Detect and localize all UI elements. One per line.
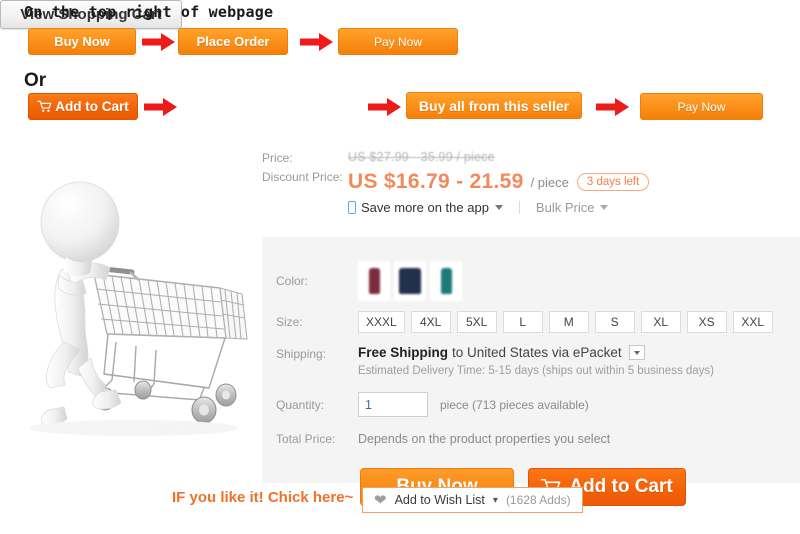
total-price-row: Total Price: Depends on the product prop… <box>262 432 800 446</box>
add-to-cart-label: Add to Cart <box>569 476 673 497</box>
shipping-dropdown[interactable] <box>628 345 645 360</box>
price-label: Price: <box>262 151 293 165</box>
flow-add-to-cart-button[interactable]: Add to Cart <box>28 93 138 120</box>
product-detail-panel: Price: US $27.99 - 35.99 / piece Discoun… <box>262 148 800 215</box>
shipping-method: Free Shipping to United States via ePack… <box>358 345 714 360</box>
save-on-app-label: Save more on the app <box>361 200 489 215</box>
page-root: On the top right of webpage Or Buy Now P… <box>0 0 800 534</box>
product-image <box>29 181 248 436</box>
size-option[interactable]: XXL <box>732 311 773 333</box>
quantity-input[interactable] <box>358 392 428 417</box>
discount-price-label: Discount Price: <box>262 170 343 184</box>
shipping-label: Shipping: <box>276 347 327 361</box>
mobile-phone-icon <box>348 201 356 214</box>
right-arrow-icon <box>300 33 333 51</box>
color-swatch[interactable] <box>394 261 426 301</box>
image-watermark: aliexpress <box>152 424 207 436</box>
chevron-down-icon <box>494 205 503 210</box>
size-option[interactable]: XXXL <box>358 311 405 333</box>
flow-pay-now-button[interactable]: Pay Now <box>338 28 458 55</box>
discount-price-row: Discount Price: US $16.79 - 21.59 / piece… <box>262 170 800 215</box>
bulk-price-link[interactable]: Bulk Price <box>536 200 609 215</box>
free-shipping-text: Free Shipping <box>358 345 449 360</box>
original-price: US $27.99 - 35.99 / piece <box>348 150 495 164</box>
wishlist-hint: IF you like it! Chick here~ <box>172 489 354 506</box>
stock-note: piece (713 pieces available) <box>440 397 589 412</box>
right-arrow-icon <box>142 33 175 51</box>
price-links: Save more on the app Bulk Price <box>348 200 800 215</box>
shipping-destination: to United States via ePacket <box>452 345 622 360</box>
wishlist-label: Add to Wish List <box>394 493 485 507</box>
flow-buy-now-button[interactable]: Buy Now <box>28 28 136 55</box>
size-options: XXXL 4XL 5XL L M S XL XS XXL <box>358 311 773 333</box>
size-option[interactable]: S <box>594 311 635 333</box>
instruction-heading: On the top right of webpage <box>24 3 274 21</box>
size-label: Size: <box>276 315 303 329</box>
quantity-label: Quantity: <box>276 397 325 412</box>
color-label: Color: <box>276 274 309 288</box>
or-label: Or <box>24 70 47 91</box>
total-price-value: Depends on the product properties you se… <box>358 432 611 446</box>
cart-frame <box>99 333 226 401</box>
wishlist-wrapper: ❤ Add to Wish List ▾ (1628 Adds) <box>362 487 583 513</box>
delivery-estimate: Estimated Delivery Time: 5-15 days (ship… <box>358 365 715 377</box>
size-option[interactable]: XS <box>686 311 727 333</box>
flow-pay-now-button-2[interactable]: Pay Now <box>640 93 763 120</box>
chevron-down-icon <box>600 205 609 210</box>
wishlist-count: (1628 Adds) <box>505 493 571 507</box>
right-arrow-icon <box>596 98 629 116</box>
size-option[interactable]: 5XL <box>456 311 497 333</box>
cart-basket <box>93 273 248 340</box>
total-price-label: Total Price: <box>276 432 336 446</box>
shopping-cart-icon <box>37 100 52 112</box>
quantity-row: Quantity: piece (713 pieces available) <box>262 392 800 417</box>
color-swatches <box>358 261 462 301</box>
price-row: Price: US $27.99 - 35.99 / piece <box>262 148 800 166</box>
size-option[interactable]: L <box>502 311 543 333</box>
add-to-wish-list-button[interactable]: ❤ Add to Wish List ▾ (1628 Adds) <box>362 487 583 513</box>
size-row: Size: XXXL 4XL 5XL L M S XL XS XXL <box>262 303 800 341</box>
price-unit: / piece <box>530 174 569 190</box>
color-swatch[interactable] <box>358 261 390 301</box>
discount-price-value: US $16.79 - 21.59 <box>348 170 524 193</box>
color-row: Color: <box>262 259 800 303</box>
size-option[interactable]: M <box>548 311 589 333</box>
right-arrow-icon <box>144 98 177 116</box>
divider <box>518 201 520 214</box>
chevron-down-icon: ▾ <box>492 494 498 506</box>
shipping-row: Shipping: Free Shipping to United States… <box>262 345 800 377</box>
size-option[interactable]: XL <box>640 311 681 333</box>
color-swatch[interactable] <box>430 261 462 301</box>
days-left-badge: 3 days left <box>576 173 650 191</box>
right-arrow-icon <box>368 98 401 116</box>
size-option[interactable]: 4XL <box>410 311 451 333</box>
save-on-app-link[interactable]: Save more on the app <box>348 200 503 215</box>
flow-buy-all-from-seller-button[interactable]: Buy all from this seller <box>406 92 582 119</box>
heart-icon: ❤ <box>374 491 387 509</box>
options-panel: Color: Size: XXXL 4XL 5XL L M S XL XS XX… <box>262 237 800 506</box>
bulk-price-label: Bulk Price <box>535 200 595 215</box>
flow-place-order-button[interactable]: Place Order <box>178 28 288 55</box>
flow-add-to-cart-label: Add to Cart <box>55 99 129 114</box>
